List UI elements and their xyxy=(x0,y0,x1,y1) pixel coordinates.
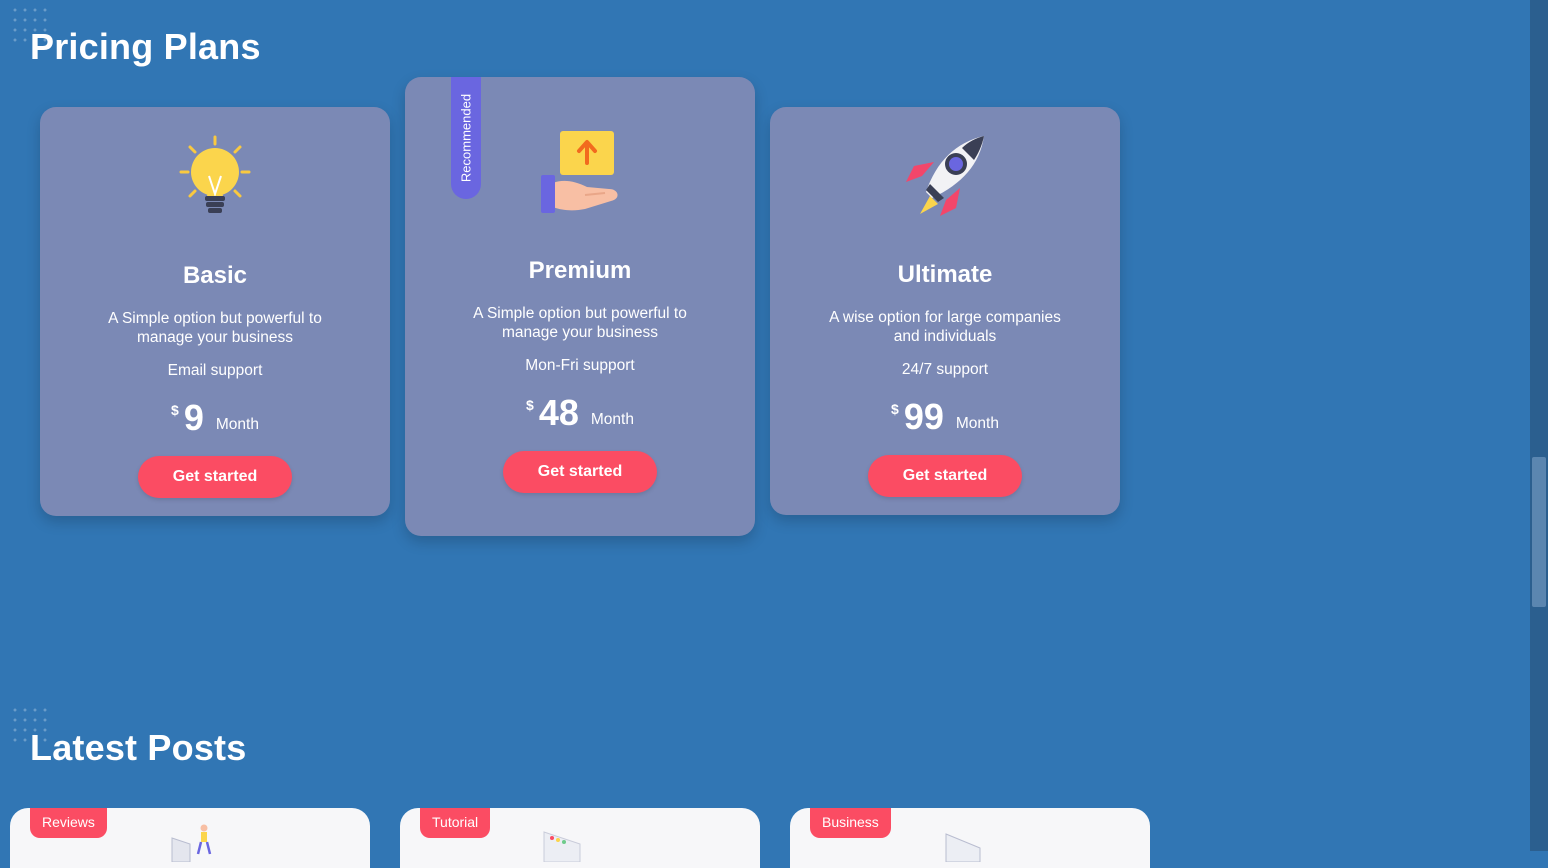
price-currency: $ xyxy=(171,402,179,418)
rocket-icon xyxy=(900,132,990,222)
post-card[interactable]: Tutorial xyxy=(400,808,760,868)
illustration-icon xyxy=(170,822,220,867)
price-currency: $ xyxy=(526,397,534,413)
plan-support: Email support xyxy=(167,362,263,379)
plan-name: Premium xyxy=(528,257,632,284)
price-amount: 9 xyxy=(183,397,204,438)
illustration-icon xyxy=(940,822,990,867)
illustration-icon xyxy=(540,822,600,867)
plan-price: $ 48 Month xyxy=(405,395,755,431)
price-amount: 48 xyxy=(538,392,579,433)
recommended-label: Recommended xyxy=(458,93,474,183)
post-tag[interactable]: Reviews xyxy=(30,808,107,838)
plan-name: Basic xyxy=(182,262,248,289)
plan-support: Mon-Fri support xyxy=(525,357,635,374)
plan-description: A Simple option but powerful to manage y… xyxy=(108,310,322,346)
post-card[interactable]: Reviews xyxy=(10,808,370,868)
pricing-card-basic: Basic A Simple option but powerful to ma… xyxy=(40,107,390,516)
post-tag[interactable]: Business xyxy=(810,808,891,838)
plan-description: A wise option for large companies and in… xyxy=(829,309,1061,345)
lightbulb-icon xyxy=(170,132,260,222)
pricing-card-ultimate: Ultimate A wise option for large compani… xyxy=(770,107,1120,515)
price-period: Month xyxy=(955,415,999,432)
post-tag[interactable]: Tutorial xyxy=(420,808,491,838)
plan-support: 24/7 support xyxy=(901,361,989,378)
get-started-button[interactable]: Get started xyxy=(503,451,657,493)
hand-upload-icon xyxy=(535,129,625,219)
pricing-title: Pricing Plans xyxy=(30,26,261,67)
get-started-button[interactable]: Get started xyxy=(868,455,1022,497)
get-started-button[interactable]: Get started xyxy=(138,456,292,498)
plan-name: Ultimate xyxy=(897,261,993,288)
plan-price: $ 9 Month xyxy=(40,400,390,436)
pricing-card-premium: Recommended Premium A Simple option but … xyxy=(405,77,755,536)
posts-title: Latest Posts xyxy=(30,727,247,768)
price-amount: 99 xyxy=(903,396,944,437)
page-scrollbar[interactable] xyxy=(1530,0,1548,851)
price-period: Month xyxy=(215,416,259,433)
recommended-badge: Recommended xyxy=(451,77,481,199)
plan-description: A Simple option but powerful to manage y… xyxy=(473,305,687,341)
plan-price: $ 99 Month xyxy=(770,399,1120,435)
price-currency: $ xyxy=(891,401,899,417)
post-card[interactable]: Business xyxy=(790,808,1150,868)
scrollbar-thumb[interactable] xyxy=(1532,457,1546,607)
price-period: Month xyxy=(590,411,634,428)
